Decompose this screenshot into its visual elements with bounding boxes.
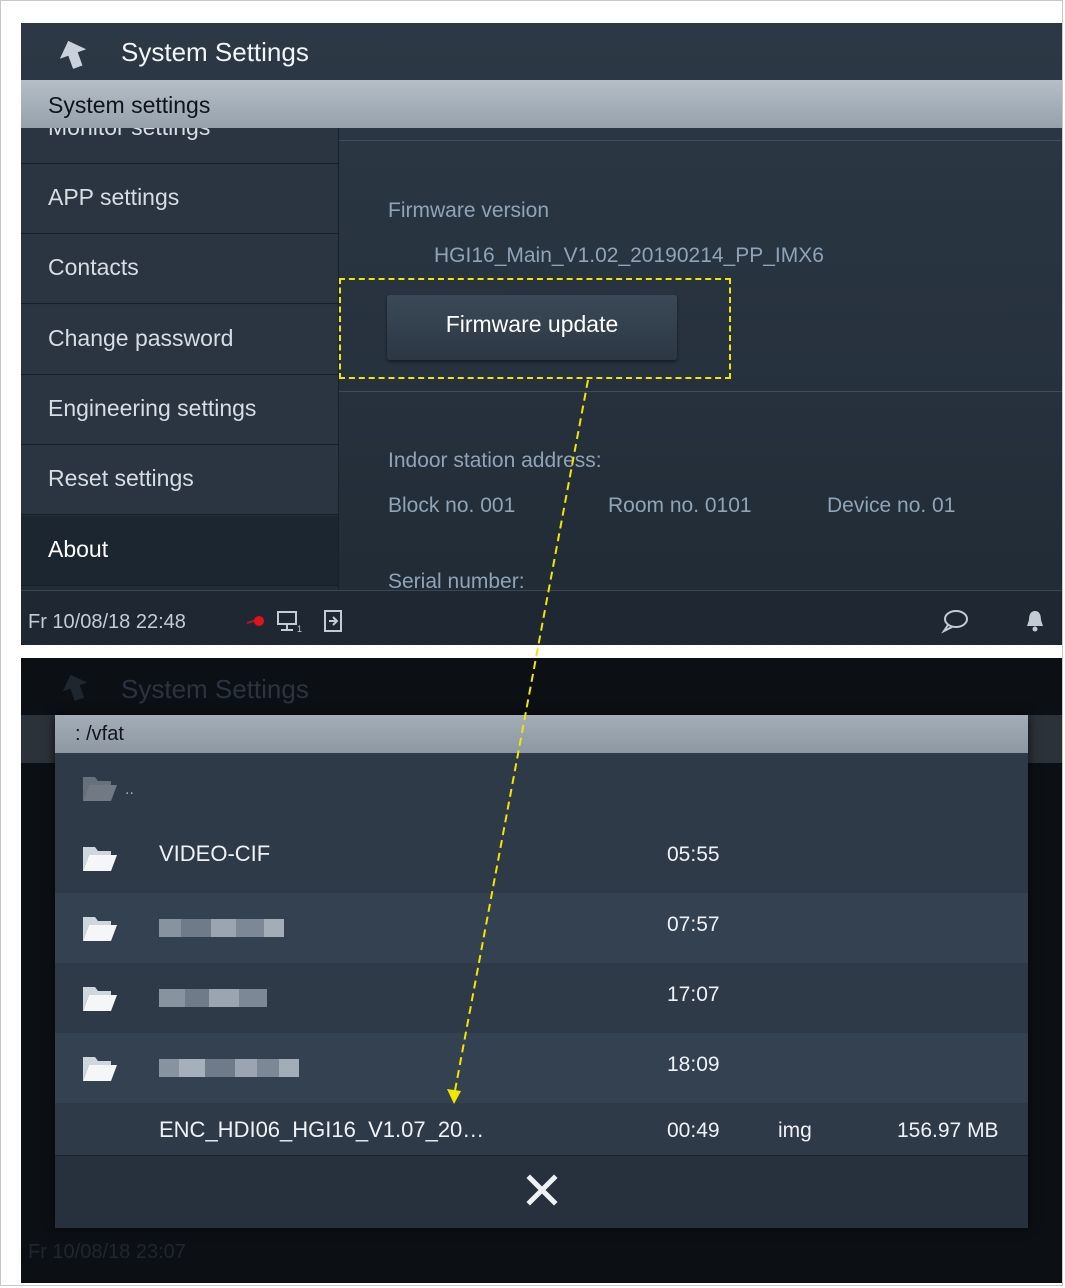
title-bar: System Settings [21,23,1062,80]
file-time: 00:49 [667,1119,720,1142]
parent-directory-label: .. [125,781,134,798]
status-datetime: Fr 10/08/18 22:48 [28,611,186,633]
app-title: System Settings [121,37,309,67]
file-time: 07:57 [667,913,720,936]
file-row[interactable]: 17:07 [55,963,1028,1033]
chat-bubble-icon[interactable] [941,608,969,634]
file-row[interactable]: 07:57 [55,893,1028,963]
divider [339,391,1062,392]
menu-item-label: Monitor settings [48,128,210,141]
bell-icon[interactable] [1024,608,1046,634]
room-number: Room no. 0101 [608,494,752,517]
block-number: Block no. 001 [388,494,516,517]
menu-item-label: APP settings [48,184,180,210]
file-name: VIDEO-CIF [159,841,271,866]
file-row[interactable]: 18:09 [55,1033,1028,1103]
file-time: 17:07 [667,983,720,1006]
blurred-file-name [159,919,284,937]
blurred-file-name [159,1059,299,1077]
folder-icon [83,987,117,1011]
current-path: : /vfat [75,723,124,745]
menu-item-engineering-settings[interactable]: Engineering settings [21,375,338,445]
tab-label: System settings [48,92,211,118]
background-status-datetime: Fr 10/08/18 23:07 [28,1241,186,1263]
monitor-icon: 1 [277,611,302,634]
menu-item-monitor-settings[interactable]: Monitor settings [21,128,338,164]
settings-menu: Monitor settings APP settings Contacts C… [21,128,338,590]
file-size: 156.97 MB [897,1119,999,1142]
exit-door-icon[interactable] [321,608,347,634]
system-settings-tab[interactable]: System settings [21,80,1062,128]
serial-number-label: Serial number: [388,570,525,590]
firmware-version-value: HGI16_Main_V1.02_20190214_PP_IMX6 [434,244,824,267]
folder-icon [83,847,117,871]
file-row-firmware-image[interactable]: ENC_HDI06_HGI16_V1.07_20… 00:49 img 156.… [55,1103,1028,1155]
dialog-footer [55,1155,1028,1228]
back-arrow-icon [62,674,88,701]
file-row[interactable]: VIDEO-CIF 05:55 [55,823,1028,893]
blurred-file-name [159,989,267,1007]
file-name: ENC_HDI06_HGI16_V1.07_20… [159,1117,485,1142]
menu-item-label: Contacts [48,254,139,280]
parent-directory-row[interactable]: .. [55,753,1028,823]
indoor-station-address-label: Indoor station address: [388,449,602,472]
folder-icon [83,777,117,801]
folder-icon [83,917,117,941]
file-browser-screen: System Settings Fr 10/08/18 23:07 : /vfa… [21,658,1062,1283]
close-x-icon[interactable] [525,1173,559,1207]
menu-item-reset-settings[interactable]: Reset settings [21,445,338,515]
firmware-update-highlight [339,278,731,379]
dialog-header: : /vfat [55,715,1028,753]
back-arrow-icon[interactable] [53,37,93,71]
menu-item-label: Reset settings [48,465,194,491]
menu-item-contacts[interactable]: Contacts [21,234,338,304]
status-bar: Fr 10/08/18 22:48 1 [21,590,1062,645]
menu-item-label: Change password [48,325,234,351]
folder-icon [83,1057,117,1081]
file-browser-dialog: : /vfat .. VIDEO-CIF 05:55 07:57 17:07 1… [55,715,1028,1228]
menu-item-label: About [48,536,109,562]
device-number: Device no. 01 [827,494,956,517]
file-time: 05:55 [667,843,720,866]
menu-item-change-password[interactable]: Change password [21,305,338,375]
file-time: 18:09 [667,1053,720,1076]
svg-text:1: 1 [297,624,302,634]
file-type: img [778,1119,812,1142]
menu-item-app-settings[interactable]: APP settings [21,164,338,234]
firmware-version-label: Firmware version [388,199,550,222]
record-dot-icon [246,616,264,626]
divider [339,140,1062,141]
menu-item-label: Engineering settings [48,395,257,421]
menu-item-about[interactable]: About [21,516,338,586]
background-app-title: System Settings [121,674,309,704]
